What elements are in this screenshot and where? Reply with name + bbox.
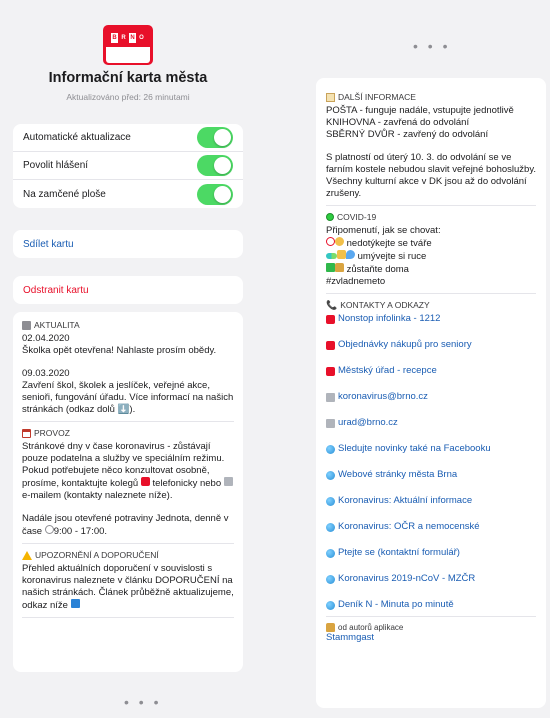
icon-letter: B [111,33,118,43]
globe-icon [326,600,335,610]
globe-icon [326,496,335,506]
calendar-icon [22,428,31,438]
mail-icon [326,418,335,428]
contact-link-denik-n[interactable]: Deník N - Minuta po minutě [326,599,536,611]
app-header: B R N O Informační karta města Aktualizo… [13,0,243,115]
card-content-continued: DALŠÍ INFORMACE POŠTA - funguje nadále, … [316,78,546,708]
icon-letter: R [120,33,127,43]
mail-icon [223,477,233,486]
contact-link-mzcr[interactable]: Koronavirus 2019-nCoV - MZČR [326,573,536,585]
section-head-news: AKTUALITA [22,320,234,330]
toggle-label: Automatické aktualizace [23,132,131,143]
author-link[interactable]: Stammgast [326,632,536,644]
no-entry-icon [326,237,335,246]
globe-icon [326,574,335,584]
globe-icon [326,548,335,558]
toggle-row-notifications: Povolit hlášení [13,152,243,180]
info-line: POŠTA - funguje nadále, vstupujte jednot… [326,105,514,116]
toggle-label: Povolit hlášení [23,160,89,171]
share-card-button[interactable]: Sdílet kartu [13,230,243,258]
share-label: Sdílet kartu [23,238,74,250]
more-dots: • • • [413,38,451,54]
remove-card-button[interactable]: Odstranit kartu [13,276,243,304]
toggle-row-auto-updates: Automatické aktualizace [13,124,243,152]
newspaper-icon [22,320,31,330]
section-head-provoz: PROVOZ [22,428,234,438]
provoz-text: Stránkové dny v čase koronavirus - zůstá… [22,441,225,464]
author-label: od autorů aplikace [326,623,536,632]
soap-icon [326,253,337,259]
icon-letter: N [129,33,136,43]
lock-screen-switch[interactable] [197,183,233,205]
contact-link-email-koronavirus[interactable]: koronavirus@brno.cz [326,391,536,403]
telephone-icon [326,340,335,350]
section-head-warning: UPOZORNĚNÍ A DOPORUČENÍ [22,550,234,560]
icon-letter: O [138,33,145,43]
globe-icon [326,470,335,480]
notifications-switch[interactable] [197,155,233,176]
info-text: S platností od úterý 10. 3. do odvolání … [326,152,537,175]
left-panel: B R N O Informační karta města Aktualizo… [13,0,243,718]
toggle-label: Na zamčené ploše [23,188,106,200]
clock-icon [44,525,54,534]
hands-icon [337,250,346,259]
phone-icon: 📞 [326,299,338,310]
contact-link-infolinka[interactable]: Nonstop infolinka - 1212 [326,313,536,325]
provoz-contact-text: Pokud potřebujete něco konzultovat osobn… [22,465,234,502]
telephone-icon [140,477,150,486]
auto-updates-switch[interactable] [197,127,233,148]
section-head-covid: COVID-19 [326,212,536,222]
covid-hashtag: #zvladnemeto [326,276,386,287]
info-text: Všechny kulturní akce v DK jsou až do od… [326,176,527,199]
globe-icon [326,444,335,454]
contact-link-email-urad[interactable]: urad@brno.cz [326,417,536,429]
card-content-top: AKTUALITA 02.04.2020 Školka opět otevřen… [13,312,243,672]
contact-link-senior-orders[interactable]: Objednávky nákupů pro seniory [326,339,536,351]
telephone-icon [326,366,335,376]
warning-text: Přehled aktuálních doporučení v souvislo… [22,563,234,611]
news-text: Zavření škol, školek a jeslíček, veřejné… [22,380,234,415]
face-icon [335,237,344,246]
contact-link-facebook[interactable]: Sledujte novinky také na Facebooku [326,443,536,455]
covid-rule: zůstaňte doma [326,263,536,276]
covid-rule: nedotýkejte se tváře [326,237,536,250]
page-title: Informační karta města [48,70,208,86]
covid-rule: umývejte si ruce [326,250,536,263]
person-icon [335,263,344,272]
news-date: 09.03.2020 [22,368,70,379]
warning-icon [22,550,32,560]
mail-icon [326,392,335,402]
toggle-row-lock-screen: Na zamčené ploše [13,180,243,208]
info-line: KNIHOVNA - zavřená do odvolání [326,117,470,128]
news-date: 02.04.2020 [22,333,70,344]
contact-link-brno-web[interactable]: Webové stránky města Brna [326,469,536,481]
green-circle-icon [326,213,334,221]
covid-intro: Připomenutí, jak se chovat: [326,225,441,236]
contact-link-form[interactable]: Ptejte se (kontaktní formulář) [326,547,536,559]
settings-card: Automatické aktualizace Povolit hlášení … [13,124,243,208]
more-dots: • • • [124,694,162,710]
updated-timestamp: Aktualizováno před: 26 minutami [66,92,190,102]
globe-icon [326,522,335,532]
contact-link-covid-info[interactable]: Koronavirus: Aktuální informace [326,495,536,507]
check-icon [326,263,335,272]
telephone-icon [326,314,335,324]
remove-label: Odstranit kartu [23,284,89,296]
memo-icon [326,92,335,102]
info-line: SBĚRNÝ DVŮR - zavřený do odvolání [326,129,489,140]
section-head-info: DALŠÍ INFORMACE [326,92,536,102]
provoz-shop-text: Nadále jsou otevřené potraviny Jednota, … [22,513,229,537]
down-arrow-icon [70,599,80,608]
section-head-contacts: 📞 KONTAKTY A ODKAZY [326,299,430,310]
contact-link-ocr[interactable]: Koronavirus: OČR a nemocenské [326,521,536,533]
water-drops-icon [346,250,355,259]
city-app-icon: B R N O [103,25,153,65]
contact-link-reception[interactable]: Městský úřad - recepce [326,365,536,377]
person-icon [326,623,335,632]
news-text: Školka opět otevřena! Nahlaste prosím ob… [22,345,217,356]
